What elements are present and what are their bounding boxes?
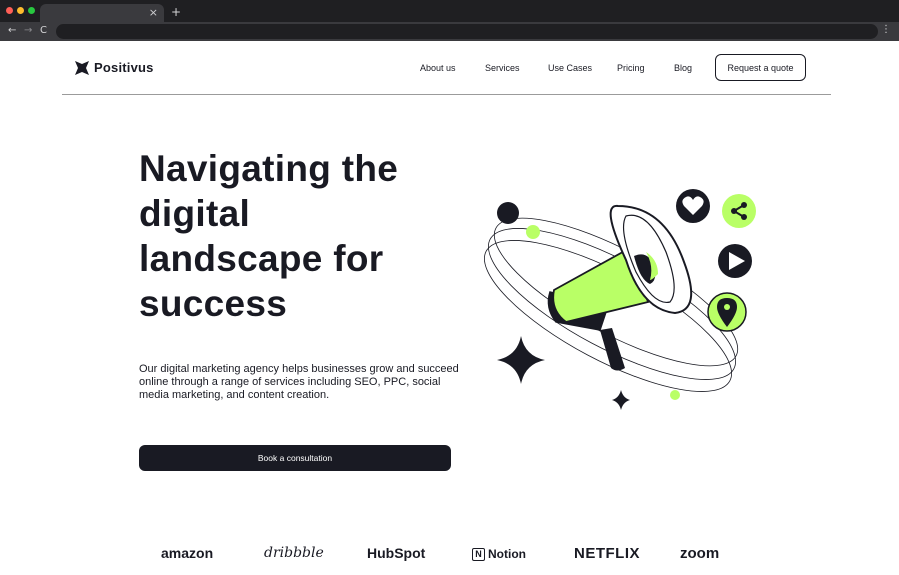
- megaphone-illustration: [484, 189, 756, 410]
- sparkle-icon: [497, 336, 545, 384]
- play-icon: [718, 244, 752, 278]
- new-tab-icon[interactable]: +: [171, 5, 181, 19]
- logo-star-icon: [75, 60, 89, 75]
- notion-icon: N: [472, 547, 485, 561]
- brand-logo-hubspot: HubSpot: [367, 545, 426, 561]
- share-icon: [722, 194, 756, 228]
- forward-icon[interactable]: →: [24, 25, 32, 36]
- browser-menu-icon[interactable]: ⋮: [881, 24, 891, 35]
- close-window-button[interactable]: [6, 7, 13, 14]
- hero-title: Navigating the digital landscape for suc…: [139, 146, 459, 326]
- location-pin-icon: [707, 292, 747, 332]
- sparkle-icon: [612, 390, 630, 410]
- brand-logo-zoom: zoom: [680, 545, 720, 562]
- logo-text: Positivus: [94, 60, 154, 75]
- nav-link-pricing[interactable]: Pricing: [617, 63, 645, 73]
- brand-logo-netflix: NETFLIX: [574, 545, 640, 562]
- tab-close-icon[interactable]: ×: [149, 6, 158, 19]
- green-dot: [526, 225, 540, 239]
- browser-tab[interactable]: ×: [40, 4, 164, 22]
- megaphone-icon: [547, 204, 693, 371]
- header-divider: [62, 94, 831, 95]
- green-dot: [670, 390, 680, 400]
- address-bar[interactable]: [56, 24, 878, 39]
- book-consultation-button[interactable]: Book a consultation: [139, 445, 451, 471]
- hero-title-line: success: [139, 283, 288, 324]
- nav-link-services[interactable]: Services: [485, 63, 520, 73]
- nav-link-blog[interactable]: Blog: [674, 63, 692, 73]
- hero-description: Our digital marketing agency helps busin…: [139, 363, 459, 401]
- minimize-window-button[interactable]: [17, 7, 24, 14]
- nav-link-about-us[interactable]: About us: [420, 63, 456, 73]
- maximize-window-button[interactable]: [28, 7, 35, 14]
- hero-title-line: Navigating the: [139, 148, 399, 189]
- request-quote-button[interactable]: Request a quote: [715, 54, 806, 81]
- brand-name-notion: Notion: [488, 547, 526, 561]
- browser-toolbar: ← → C ⋮: [0, 22, 899, 41]
- brand-logo-amazon: amazon: [161, 545, 214, 561]
- site-logo[interactable]: Positivus: [75, 60, 154, 75]
- hero-title-line: landscape for: [139, 238, 384, 279]
- brand-logo-dribbble: dribbble: [264, 545, 324, 561]
- nav-link-use-cases[interactable]: Use Cases: [548, 63, 592, 73]
- heart-icon: [676, 189, 710, 223]
- black-dot: [497, 202, 519, 224]
- reload-icon[interactable]: C: [40, 25, 47, 36]
- hero-title-line: digital: [139, 193, 251, 234]
- back-icon[interactable]: ←: [8, 25, 16, 36]
- brand-logo-notion: N Notion: [472, 547, 526, 561]
- browser-window: × + ← → C ⋮ Positivus About us Services …: [0, 0, 899, 575]
- window-controls: [6, 7, 35, 14]
- browser-tab-bar: × +: [0, 0, 899, 22]
